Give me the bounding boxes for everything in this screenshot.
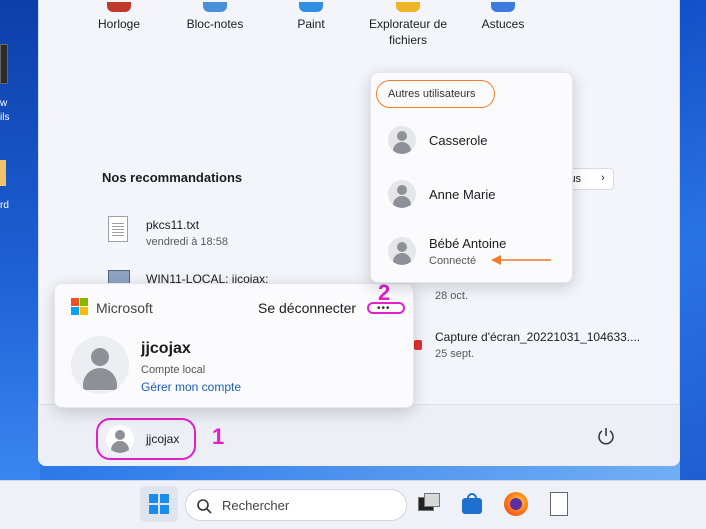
recommendation-date: vendredi à 18:58 (146, 236, 228, 248)
account-user-name: jjcojax (141, 340, 191, 357)
sign-out-button[interactable]: Se déconnecter (258, 300, 356, 316)
app-label: Explorateur de fichiers (368, 17, 448, 47)
desktop-shortcut-icon[interactable] (0, 44, 8, 84)
recommendation-item[interactable]: Capture d'écran_20221031_104633.... 25 s… (414, 326, 674, 362)
chevron-right-icon: › (601, 172, 605, 184)
user-item-casserole[interactable]: Casserole (371, 115, 574, 165)
user-name: Casserole (429, 133, 488, 148)
store-button[interactable] (460, 492, 484, 516)
app-label: Horloge (97, 17, 141, 31)
clock-icon (107, 2, 131, 12)
app-label: Paint (297, 17, 325, 31)
recommendation-name: Capture d'écran_20221031_104633.... (435, 330, 641, 344)
pinned-app-explorateur[interactable]: Explorateur de fichiers (360, 0, 456, 48)
account-card: Microsoft Se déconnecter ••• jjcojax Com… (54, 283, 414, 408)
manage-account-link[interactable]: Gérer mon compte (141, 380, 241, 394)
app-label: Bloc-notes (186, 17, 244, 31)
user-item-anne-marie[interactable]: Anne Marie (371, 169, 574, 219)
user-item-bebe-antoine[interactable]: Bébé Antoine Connecté (371, 223, 574, 273)
other-users-menu: Autres utilisateurs Casserole Anne Marie… (370, 72, 573, 283)
text-file-icon (108, 216, 128, 242)
annotation-arrow-icon (491, 255, 551, 265)
folder-icon (396, 2, 420, 12)
network-icon (108, 270, 130, 284)
avatar (106, 425, 134, 453)
taskbar-search[interactable]: Rechercher (185, 489, 407, 521)
avatar (71, 336, 129, 394)
start-icon (149, 494, 169, 514)
search-placeholder: Rechercher (222, 498, 290, 513)
desktop-label: ils (0, 112, 10, 123)
account-type: Compte local (141, 364, 206, 376)
store-icon (462, 498, 482, 514)
recommendation-date: 25 sept. (435, 348, 475, 360)
brand-label: Microsoft (96, 300, 153, 316)
more-icon: ••• (377, 303, 391, 314)
annotation-number-1: 1 (212, 424, 225, 449)
desktop-shortcut-icon[interactable] (0, 160, 6, 186)
app-label: Astuces (481, 17, 525, 31)
desktop-right (680, 0, 706, 480)
paint-icon (299, 2, 323, 12)
desktop-label: rd (0, 200, 9, 211)
pinned-app-astuces[interactable]: Astuces (470, 0, 536, 32)
pinned-app-horloge[interactable]: Horloge (83, 0, 155, 32)
notepad-icon (203, 2, 227, 12)
screenshot-icon (414, 340, 422, 350)
avatar (388, 237, 416, 265)
firefox-icon[interactable] (504, 492, 528, 516)
desktop-left: w ils rd (0, 0, 40, 480)
recommendation-item[interactable]: pkcs11.txt vendredi à 18:58 (104, 212, 344, 252)
other-users-heading: Autres utilisateurs (376, 80, 495, 108)
power-button[interactable] (596, 426, 616, 446)
microsoft-logo-icon (71, 298, 89, 316)
footer-user-name: jjcojax (146, 432, 180, 446)
task-view-button[interactable] (418, 493, 440, 513)
pinned-app-paint[interactable]: Paint (278, 0, 344, 32)
annotation-number-2: 2 (378, 280, 391, 305)
document-icon[interactable] (550, 492, 568, 516)
start-button[interactable] (140, 486, 178, 522)
user-name: Anne Marie (429, 187, 496, 202)
recommendations-title: Nos recommandations (102, 170, 243, 185)
recommendation-name: pkcs11.txt (146, 218, 200, 232)
avatar (388, 180, 416, 208)
search-icon (197, 499, 212, 514)
recommendation-date: 28 oct. (435, 290, 469, 302)
tips-icon (491, 2, 515, 12)
user-status: Connecté (429, 255, 477, 267)
power-icon (598, 428, 614, 445)
user-name: Bébé Antoine (429, 236, 507, 251)
avatar (388, 126, 416, 154)
pinned-app-bloc-notes[interactable]: Bloc-notes (176, 0, 254, 32)
desktop-label: w (0, 98, 8, 109)
user-account-button[interactable]: jjcojax (96, 418, 196, 460)
